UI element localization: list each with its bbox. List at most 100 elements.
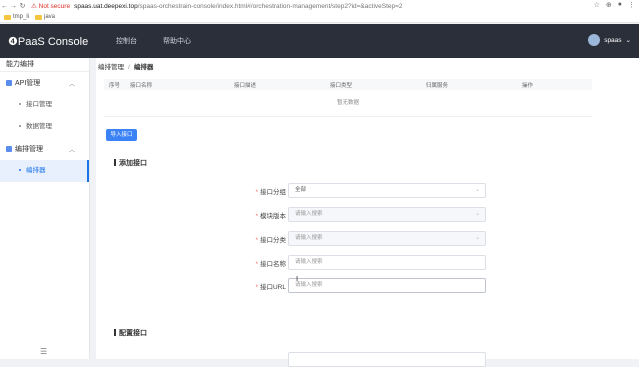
top-header: ❹PaaS Console 控制台 帮助中心 spaas ⌄ <box>0 24 639 58</box>
field-label-text: 接口URL <box>259 284 286 291</box>
interface-name-input[interactable]: 请输入搜索 <box>288 255 486 270</box>
bookmark-label: tmp_li <box>13 14 30 20</box>
form-row-group: * 接口分组 全部 ⌄ <box>196 183 586 198</box>
bookmark-item[interactable]: tmp_li <box>4 14 29 20</box>
back-icon[interactable]: ← <box>0 3 9 10</box>
field-label-text: 接口名称 <box>260 261 286 268</box>
extension-icon[interactable]: ⊕ <box>606 1 612 9</box>
field-label: * 接口URL <box>255 281 286 291</box>
column-description: 接口描述 <box>234 82 257 89</box>
chevron-up-icon: ︿ <box>68 147 75 154</box>
module-version-select[interactable]: 请输入搜索 ⌄ <box>288 207 486 222</box>
input-placeholder: 请输入搜索 <box>295 282 323 288</box>
breadcrumb-separator: / <box>128 64 130 71</box>
column-type: 接口类型 <box>330 82 353 89</box>
sidebar: 能力编排 API管理 ︿ 接口管理 数据管理 编排管理 ︿ 编排器 ☰ <box>0 58 90 359</box>
url-path: /spaas-orchestrain-console/index.html#/o… <box>137 2 403 10</box>
breadcrumb-current: 编排器 <box>133 64 154 71</box>
url-host: spaas.uat.deepexi.top <box>74 2 138 10</box>
form-row-url: * 接口URL 请输入搜索 <box>196 278 586 293</box>
sidebar-title: 能力编排 <box>0 58 89 72</box>
menu-dots-icon[interactable]: ⋮ <box>628 1 635 9</box>
field-label-text: 模块版本 <box>260 213 286 220</box>
interface-url-input[interactable]: 请输入搜索 <box>288 278 486 293</box>
main-content: 编排管理 / 编排器 序号 接口名称 接口描述 接口类型 归属服务 操作 暂无数据 … <box>96 58 639 367</box>
sidebar-item-interface[interactable]: 接口管理 <box>0 94 89 116</box>
select-placeholder: 请输入搜索 <box>295 211 323 217</box>
required-mark: * <box>255 284 258 291</box>
chevron-up-icon: ︿ <box>68 81 75 88</box>
username: spaas <box>604 36 622 44</box>
reload-icon[interactable]: ↻ <box>18 2 27 10</box>
section-title-add: 添加接口 <box>114 158 147 168</box>
browser-actions: ☆ ⊕ ● ⋮ <box>594 1 635 9</box>
select-placeholder: 请输入搜索 <box>295 235 323 241</box>
select-value: 全部 <box>295 187 307 193</box>
group-select[interactable]: 全部 ⌄ <box>288 183 486 198</box>
chevron-down-icon: ⌄ <box>474 187 480 193</box>
forward-icon[interactable]: → <box>9 3 18 10</box>
config-input[interactable] <box>288 352 486 367</box>
url-field[interactable]: spaas.uat.deepexi.top/spaas-orchestrain-… <box>74 3 402 10</box>
sidebar-item-label: 编排器 <box>26 167 46 174</box>
breadcrumb-parent[interactable]: 编排管理 <box>98 64 124 71</box>
required-mark: * <box>255 213 258 220</box>
form-row-name: * 接口名称 请输入搜索 <box>196 255 586 270</box>
app-logo[interactable]: ❹PaaS Console <box>8 35 110 48</box>
profile-icon[interactable]: ● <box>618 1 622 9</box>
column-service: 归属服务 <box>426 82 449 89</box>
folder-icon <box>35 14 43 20</box>
nav-help[interactable]: 帮助中心 <box>163 36 191 46</box>
sidebar-group-api[interactable]: API管理 ︿ <box>0 72 89 94</box>
sidebar-item-label: 接口管理 <box>26 101 52 108</box>
nav-console[interactable]: 控制台 <box>116 36 137 46</box>
table-empty-text: 暂无数据 <box>104 90 592 117</box>
star-icon[interactable]: ☆ <box>594 1 600 9</box>
bookmarks-bar: tmp_li java <box>0 12 639 23</box>
field-label: * 模块版本 <box>255 210 286 220</box>
sidebar-item-orchestrator[interactable]: 编排器 <box>0 160 89 182</box>
sidebar-group-label: 编排管理 <box>15 146 43 153</box>
bullet-icon <box>19 103 21 106</box>
not-secure-badge[interactable]: ⚠ Not secure <box>31 2 70 10</box>
form-row-module: * 模块版本 请输入搜索 ⌄ <box>196 207 586 222</box>
chevron-down-icon: ⌄ <box>474 211 480 217</box>
bookmark-label: java <box>44 14 56 20</box>
collapse-menu-icon[interactable]: ☰ <box>40 347 47 356</box>
section-title-config: 配置接口 <box>114 328 147 338</box>
field-label-text: 接口分组 <box>260 189 286 196</box>
input-placeholder: 请输入搜索 <box>295 259 323 265</box>
import-interface-button[interactable]: 导入接口 <box>106 129 137 141</box>
chevron-down-icon: ⌄ <box>474 235 480 241</box>
interface-category-select[interactable]: 请输入搜索 ⌄ <box>288 231 486 246</box>
orchestration-icon <box>6 146 12 152</box>
bookmark-item[interactable]: java <box>35 14 55 20</box>
required-mark: * <box>255 237 258 244</box>
bullet-icon <box>19 169 21 172</box>
table-header: 序号 接口名称 接口描述 接口类型 归属服务 操作 <box>104 79 592 90</box>
not-secure-label: Not secure <box>38 3 71 10</box>
column-name: 接口名称 <box>130 82 153 89</box>
breadcrumb: 编排管理 / 编排器 <box>98 61 153 71</box>
form-row-partial <box>196 352 586 367</box>
text-cursor-icon: Ⅰ <box>296 276 299 283</box>
sidebar-group-label: API管理 <box>15 80 41 87</box>
avatar <box>588 34 601 46</box>
field-label: * 接口分类 <box>255 234 286 244</box>
api-icon <box>6 80 12 86</box>
sidebar-item-data[interactable]: 数据管理 <box>0 116 89 138</box>
sidebar-item-label: 数据管理 <box>26 123 52 130</box>
sidebar-group-orchestration[interactable]: 编排管理 ︿ <box>0 138 89 160</box>
column-index: 序号 <box>109 82 121 89</box>
required-mark: * <box>255 189 258 196</box>
required-mark: * <box>255 261 258 268</box>
user-menu[interactable]: spaas ⌄ <box>588 34 631 46</box>
field-label-text: 接口分类 <box>260 237 286 244</box>
bullet-icon <box>19 125 21 128</box>
column-actions: 操作 <box>522 82 534 89</box>
chevron-down-icon: ⌄ <box>625 37 631 44</box>
form-row-category: * 接口分类 请输入搜索 ⌄ <box>196 231 586 246</box>
field-label: * 接口名称 <box>255 258 286 268</box>
field-label: * 接口分组 <box>255 186 286 196</box>
folder-icon <box>4 14 11 20</box>
